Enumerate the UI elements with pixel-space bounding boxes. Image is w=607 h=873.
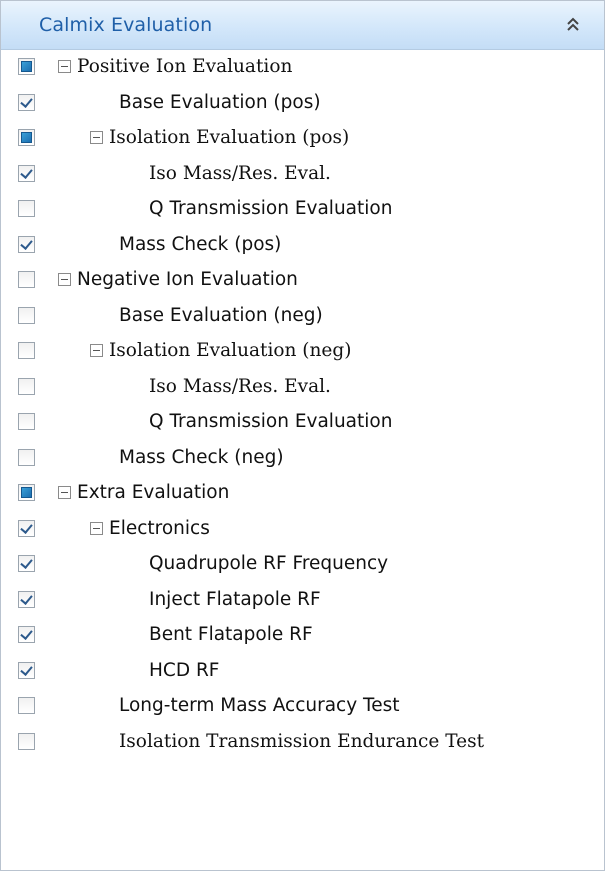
tree-item-iso-mass-res-eval-pos[interactable]: Iso Mass/Res. Eval. [1,157,604,193]
tree-item-checkbox[interactable] [18,200,35,217]
tree-item-checkbox[interactable] [18,413,35,430]
tree-item-long-term-mass-accuracy-test[interactable]: Long-term Mass Accuracy Test [1,689,604,725]
tree-item-label: Isolation Transmission Endurance Test [119,730,485,752]
tree-item-label: Mass Check (neg) [119,446,284,468]
tree-item-label: Extra Evaluation [77,482,230,503]
tree-item-checkbox[interactable] [18,306,35,324]
collapse-toggle-icon[interactable] [90,521,103,535]
tree-item-checkbox[interactable] [18,129,35,146]
tree-item-checkbox[interactable] [18,661,35,679]
double-chevron-up-icon[interactable] [564,15,582,35]
tree-item-positive-ion-evaluation[interactable]: Positive Ion Evaluation [1,50,604,86]
tree-item-label: Long-term Mass Accuracy Test [119,695,400,716]
tree-item-extra-evaluation[interactable]: Extra Evaluation [1,476,604,512]
tree-item-quadrupole-rf-frequency[interactable]: Quadrupole RF Frequency [1,547,604,583]
tree-item-label: Electronics [109,517,210,539]
tree-item-label: Q Transmission Evaluation [149,411,393,432]
tree-item-checkbox[interactable] [18,377,35,395]
tree-item-checkbox[interactable] [18,164,35,182]
tree-item-label: Base Evaluation (pos) [119,91,321,113]
collapse-toggle-icon[interactable] [58,273,71,286]
tree-item-label: Bent Flatapole RF [149,624,313,645]
tree-item-mass-check-neg[interactable]: Mass Check (neg) [1,441,604,477]
panel-header[interactable]: Calmix Evaluation [1,1,604,50]
tree-item-label: Negative Ion Evaluation [77,269,298,290]
tree-item-q-transmission-evaluation-pos[interactable]: Q Transmission Evaluation [1,192,604,228]
tree-item-label: Isolation Evaluation (pos) [109,127,350,148]
tree-item-isolation-transmission-endurance-test[interactable]: Isolation Transmission Endurance Test [1,725,604,761]
tree-item-checkbox[interactable] [18,271,35,288]
collapse-toggle-icon[interactable] [90,131,103,144]
tree-item-isolation-evaluation-neg[interactable]: Isolation Evaluation (neg) [1,334,604,370]
tree-item-bent-flatapole-rf[interactable]: Bent Flatapole RF [1,618,604,654]
tree-item-label: Inject Flatapole RF [149,588,321,610]
tree-item-checkbox[interactable] [18,590,35,608]
tree-item-checkbox[interactable] [18,626,35,643]
tree-item-label: Mass Check (pos) [119,233,282,255]
tree-item-hcd-rf[interactable]: HCD RF [1,654,604,690]
tree-item-negative-ion-evaluation[interactable]: Negative Ion Evaluation [1,263,604,299]
tree-item-checkbox[interactable] [18,519,35,537]
collapse-toggle-icon[interactable] [58,486,71,499]
tree-item-iso-mass-res-eval-neg[interactable]: Iso Mass/Res. Eval. [1,370,604,406]
tree-item-label: Base Evaluation (neg) [119,304,323,326]
tree-item-label: Positive Ion Evaluation [77,56,293,77]
tree-item-checkbox[interactable] [18,697,35,714]
tree-item-checkbox[interactable] [18,484,35,501]
tree-item-label: Iso Mass/Res. Eval. [149,375,331,397]
evaluation-tree: Positive Ion Evaluation Base Evaluation … [1,50,604,760]
tree-item-inject-flatapole-rf[interactable]: Inject Flatapole RF [1,583,604,619]
collapse-toggle-icon[interactable] [58,60,71,73]
tree-item-checkbox[interactable] [18,235,35,253]
tree-item-mass-check-pos[interactable]: Mass Check (pos) [1,228,604,264]
tree-item-label: Q Transmission Evaluation [149,198,393,219]
tree-item-checkbox[interactable] [18,732,35,750]
tree-item-q-transmission-evaluation-neg[interactable]: Q Transmission Evaluation [1,405,604,441]
tree-item-checkbox[interactable] [18,555,35,572]
tree-item-base-evaluation-pos[interactable]: Base Evaluation (pos) [1,86,604,122]
calmix-evaluation-panel: Calmix Evaluation Positive Ion Evaluatio… [0,0,605,871]
tree-item-checkbox[interactable] [18,448,35,466]
tree-item-checkbox[interactable] [18,342,35,359]
tree-item-base-evaluation-neg[interactable]: Base Evaluation (neg) [1,299,604,335]
collapse-toggle-icon[interactable] [90,344,103,357]
panel-title: Calmix Evaluation [39,14,213,36]
tree-item-electronics[interactable]: Electronics [1,512,604,548]
tree-item-label: Quadrupole RF Frequency [149,553,389,574]
tree-item-label: HCD RF [149,659,220,681]
tree-item-checkbox[interactable] [18,58,35,75]
tree-item-label: Iso Mass/Res. Eval. [149,162,331,184]
tree-item-isolation-evaluation-pos[interactable]: Isolation Evaluation (pos) [1,121,604,157]
tree-item-checkbox[interactable] [18,93,35,111]
tree-item-label: Isolation Evaluation (neg) [109,340,352,361]
